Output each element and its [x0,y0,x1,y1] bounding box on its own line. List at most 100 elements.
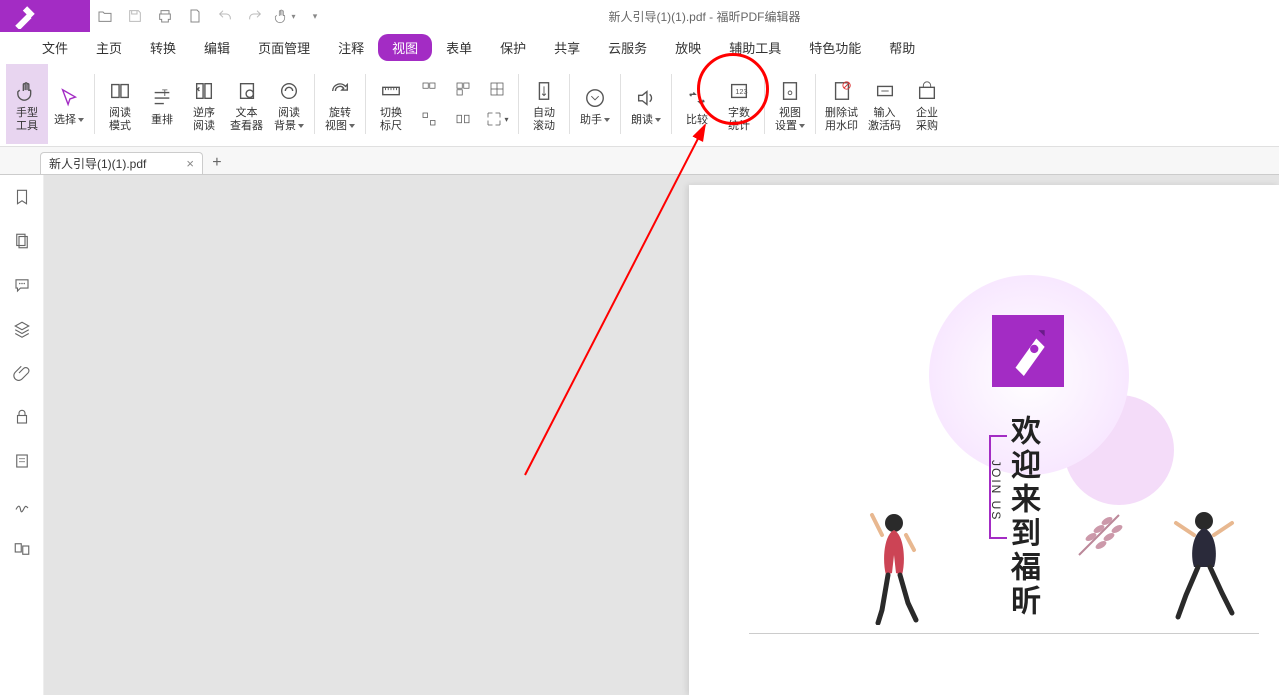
ruler-button[interactable]: 切换标尺 [370,64,412,144]
menu-present[interactable]: 放映 [661,34,715,61]
read-bg-button[interactable]: 阅读背景 [268,64,310,144]
form-icon[interactable] [10,449,34,473]
open-icon[interactable] [90,0,120,32]
app-logo-icon[interactable] [0,0,90,32]
ribbon-separator [314,74,315,134]
undo-icon[interactable] [210,0,240,32]
auto-scroll-button[interactable]: 自动滚动 [523,64,565,144]
titlebar: ▾ ▾ 新人引导(1)(1).pdf - 福昕PDF编辑器 [0,0,1279,32]
svg-text:123: 123 [735,87,747,96]
small-view-group: ▾ [412,64,514,144]
bookmark-icon[interactable] [10,185,34,209]
workspace: 欢迎来到福昕 JOIN US [0,175,1279,695]
logo-square-icon [992,315,1064,387]
menu-cloud[interactable]: 云服务 [594,34,661,61]
enterprise-button[interactable]: 企业采购 [906,64,948,144]
side-toolbar [0,175,44,695]
leaf-illustration [1069,505,1129,565]
join-us-text: JOIN US [989,460,1003,521]
layers-icon[interactable] [10,317,34,341]
menu-protect[interactable]: 保护 [486,34,540,61]
small-icon-b[interactable] [446,104,480,134]
print-icon[interactable] [150,0,180,32]
menu-home[interactable]: 主页 [82,34,136,61]
key-icon [874,75,896,107]
menu-form[interactable]: 表单 [432,34,486,61]
bg-icon [278,75,300,107]
person-illustration-2 [1164,505,1244,625]
ribbon-separator [94,74,95,134]
hand-icon [16,75,38,107]
ribbon-separator [815,74,816,134]
count-icon: 123 [728,75,750,107]
svg-text:T: T [162,88,168,98]
document-canvas[interactable]: 欢迎来到福昕 JOIN US [44,175,1279,695]
pen-nib-icon [12,3,38,29]
grid3-icon[interactable] [480,74,514,104]
ribbon-separator [671,74,672,134]
tab-label: 新人引导(1)(1).pdf [49,155,146,172]
ribbon-separator [569,74,570,134]
activation-button[interactable]: 输入激活码 [863,64,906,144]
save-icon[interactable] [120,0,150,32]
menu-page[interactable]: 页面管理 [244,34,324,61]
menu-annotate[interactable]: 注释 [324,34,378,61]
book-icon [109,75,131,107]
menu-view[interactable]: 视图 [378,34,432,61]
text-viewer-button[interactable]: 文本查看器 [225,64,268,144]
attach-icon[interactable] [10,361,34,385]
rearrange-button[interactable]: T重排 [141,64,183,144]
quick-access-toolbar: ▾ ▾ [90,0,330,32]
divider-line [749,633,1259,634]
helper-button[interactable]: 助手 [574,64,616,144]
qat-dropdown-icon[interactable]: ▾ [300,0,330,32]
rotate-icon [329,75,351,107]
remove-watermark-button[interactable]: 删除试用水印 [820,64,863,144]
security-icon[interactable] [10,405,34,429]
menu-file[interactable]: 文件 [28,34,82,61]
menu-edit[interactable]: 编辑 [190,34,244,61]
compare-icon [686,82,708,114]
window-title: 新人引导(1)(1).pdf - 福昕PDF编辑器 [330,8,1279,25]
document-tab[interactable]: 新人引导(1)(1).pdf × [40,152,203,174]
add-tab-button[interactable]: + [203,152,231,174]
compare-button[interactable]: 比较 [676,64,718,144]
comment-icon[interactable] [10,273,34,297]
ribbon-separator [518,74,519,134]
fit-dropdown-icon[interactable]: ▾ [480,104,514,134]
select-button[interactable]: 选择 [48,64,90,144]
ribbon-separator [764,74,765,134]
reverse-icon [193,75,215,107]
text-search-icon [236,75,258,107]
menu-share[interactable]: 共享 [540,34,594,61]
close-tab-icon[interactable]: × [186,156,194,171]
hand-dropdown-icon[interactable]: ▾ [270,0,300,32]
pages-icon[interactable] [10,229,34,253]
menu-access[interactable]: 辅助工具 [715,34,795,61]
word-count-button[interactable]: 123字数统计 [718,64,760,144]
ribbon: 手型工具 选择 阅读模式 T重排 逆序阅读 文本查看器 阅读背景 旋转视图 切换… [0,62,1279,147]
hand-tool-button[interactable]: 手型工具 [6,64,48,144]
reverse-read-button[interactable]: 逆序阅读 [183,64,225,144]
page-icon[interactable] [180,0,210,32]
ruler-icon [380,75,402,107]
read-aloud-button[interactable]: 朗读 [625,64,667,144]
small-icon-a[interactable] [412,104,446,134]
menubar: 文件 主页 转换 编辑 页面管理 注释 视图 表单 保护 共享 云服务 放映 辅… [0,32,1279,62]
compare-side-icon[interactable] [10,537,34,561]
grid2-icon[interactable] [446,74,480,104]
rotate-button[interactable]: 旋转视图 [319,64,361,144]
view-settings-button[interactable]: 视图设置 [769,64,811,144]
ribbon-separator [365,74,366,134]
signature-icon[interactable] [10,493,34,517]
enterprise-icon [916,75,938,107]
menu-convert[interactable]: 转换 [136,34,190,61]
redo-icon[interactable] [240,0,270,32]
pdf-page: 欢迎来到福昕 JOIN US [689,185,1279,695]
welcome-text: 欢迎来到福昕 [1000,415,1044,619]
grid-icon[interactable] [412,74,446,104]
read-mode-button[interactable]: 阅读模式 [99,64,141,144]
menu-features[interactable]: 特色功能 [795,34,875,61]
menu-help[interactable]: 帮助 [875,34,929,61]
person-illustration-1 [854,505,934,625]
